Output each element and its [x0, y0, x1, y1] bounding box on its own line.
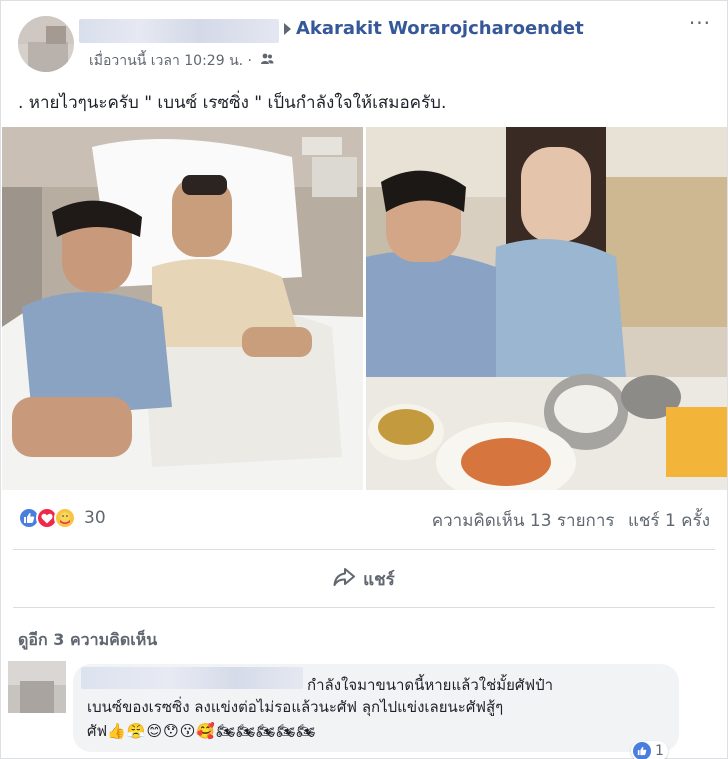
triangle-right-icon	[284, 23, 291, 35]
friends-icon[interactable]	[260, 53, 274, 68]
engagement-counts: ความคิดเห็น 13 รายการ แชร์ 1 ครั้ง	[432, 507, 710, 534]
share-label: แชร์	[363, 569, 395, 590]
comment-text-line: ศัฟ👍😤😊😯😗🥰🏍🏍🏍🏍🏍	[87, 719, 316, 743]
comment-text: ศัฟ	[87, 722, 108, 740]
commenter-avatar[interactable]	[8, 661, 66, 713]
meta-separator: ·	[247, 53, 252, 69]
more-options-icon[interactable]: ···	[689, 11, 711, 35]
post-card: Akarakit Worarojcharoendet เมื่อวานนี้ เ…	[0, 0, 728, 759]
post-photo-right[interactable]	[366, 127, 727, 490]
comment-like-count: 1	[655, 743, 664, 759]
care-reaction-icon	[54, 507, 76, 529]
comment-emoji: 👍😤😊😯😗🥰🏍🏍🏍🏍🏍	[107, 722, 317, 740]
author-avatar[interactable]	[18, 16, 74, 72]
share-button[interactable]: แชร์	[1, 559, 727, 599]
divider	[13, 607, 715, 608]
share-arrow-icon	[333, 567, 356, 591]
divider	[13, 549, 715, 550]
blurred-name[interactable]	[79, 19, 279, 43]
view-more-comments-link[interactable]: ดูอีก 3 ความคิดเห็น	[18, 628, 157, 653]
comment-text-line: เบนซ์ของเรซซิ่ง ลงแข่งต่อไม่รอแล้วนะศัฟ …	[87, 698, 504, 716]
comments-count-link[interactable]: ความคิดเห็น 13 รายการ	[432, 511, 615, 531]
reaction-count[interactable]: 30	[84, 508, 106, 528]
blurred-commenter-name[interactable]	[81, 667, 303, 689]
post-meta: เมื่อวานนี้ เวลา 10:29 น. ·	[89, 50, 274, 72]
post-photo-left[interactable]	[2, 127, 363, 490]
shares-count-link[interactable]: แชร์ 1 ครั้ง	[628, 511, 710, 531]
comment-text-line: กำลังใจมาขนาดนี้หายแล้วใช่มั้ยศัฟป๋า	[307, 676, 554, 694]
post-timestamp[interactable]: เมื่อวานนี้ เวลา 10:29 น.	[89, 53, 243, 69]
author-name[interactable]: Akarakit Worarojcharoendet	[296, 18, 584, 39]
comment-like-badge[interactable]: 1	[631, 741, 668, 759]
reaction-summary[interactable]: 30	[18, 506, 106, 530]
like-icon	[633, 742, 651, 759]
post-text: . หายไวๆนะครับ " เบนซ์ เรซซิ่ง " เป็นกำล…	[18, 93, 447, 113]
